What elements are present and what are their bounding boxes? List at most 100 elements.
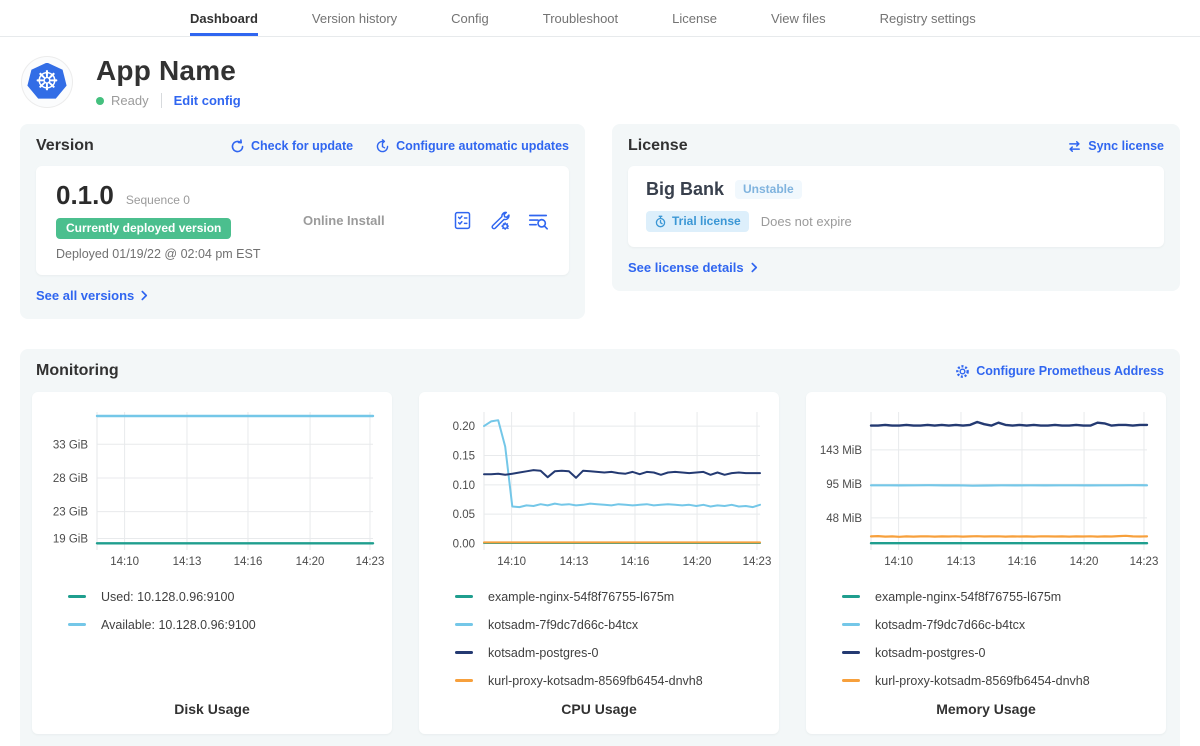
install-type-label: Online Install (303, 213, 452, 228)
legend-item: Available: 10.128.0.96:9100 (68, 615, 392, 634)
svg-text:14:10: 14:10 (884, 556, 913, 568)
svg-text:28 GiB: 28 GiB (53, 473, 88, 485)
legend-label: kotsadm-postgres-0 (875, 646, 985, 660)
monitoring-section: Monitoring Configure Prometheus Address … (20, 349, 1180, 746)
trial-license-label: Trial license (672, 214, 741, 228)
tab-view-files[interactable]: View files (771, 0, 826, 36)
tab-dashboard[interactable]: Dashboard (190, 0, 258, 36)
gear-icon (955, 364, 970, 379)
preflight-checks-button[interactable] (452, 210, 473, 231)
version-number: 0.1.0 (56, 180, 114, 211)
configure-automatic-updates-button[interactable]: Configure automatic updates (375, 139, 569, 154)
tab-registry-settings[interactable]: Registry settings (880, 0, 976, 36)
chevron-right-icon (141, 290, 148, 301)
legend-label: kotsadm-7f9dc7d66c-b4tcx (875, 618, 1025, 632)
checklist-icon (452, 210, 473, 231)
legend-color-dash (455, 679, 473, 682)
tab-version-history[interactable]: Version history (312, 0, 397, 36)
wrench-gear-icon (489, 210, 511, 232)
memory-usage-plot: 14:10 14:13 14:16 14:20 14:23 143 MiB 95 MiB 48… (806, 402, 1166, 575)
disk-usage-chart-card: 14:1014:1314:1614:2014:2333 GiB28 GiB23 … (32, 392, 392, 734)
legend-label: example-nginx-54f8f76755-l675m (488, 590, 674, 604)
clock-refresh-icon (375, 139, 390, 154)
svg-text:14:13: 14:13 (947, 556, 976, 568)
legend-item: kotsadm-postgres-0 (842, 643, 1166, 662)
svg-text:14:16: 14:16 (621, 556, 650, 568)
status-badge: Ready (111, 93, 149, 108)
legend-item: example-nginx-54f8f76755-l675m (842, 587, 1166, 606)
sync-license-label: Sync license (1088, 139, 1164, 153)
legend-item: kotsadm-postgres-0 (455, 643, 779, 662)
trial-license-badge: Trial license (646, 211, 749, 232)
svg-text:0.20: 0.20 (453, 421, 475, 433)
legend-item: example-nginx-54f8f76755-l675m (455, 587, 779, 606)
disk-usage-legend: Used: 10.128.0.96:9100 Available: 10.128.… (68, 587, 392, 634)
see-all-versions-label: See all versions (36, 288, 134, 303)
svg-text:14:23: 14:23 (356, 556, 385, 568)
configure-prometheus-button[interactable]: Configure Prometheus Address (955, 364, 1164, 379)
chevron-right-icon (751, 262, 758, 273)
sequence-label: Sequence 0 (126, 193, 190, 207)
see-all-versions-link[interactable]: See all versions (36, 288, 148, 303)
memory-usage-title: Memory Usage (806, 701, 1166, 717)
version-card: Version Check for update Configure autom… (20, 124, 585, 319)
sync-icon (1067, 139, 1082, 154)
monitoring-title: Monitoring (36, 362, 119, 380)
legend-item: kotsadm-7f9dc7d66c-b4tcx (455, 615, 779, 634)
expiry-label: Does not expire (761, 214, 852, 229)
legend-color-dash (842, 623, 860, 626)
tab-license[interactable]: License (672, 0, 717, 36)
svg-text:0.10: 0.10 (453, 480, 475, 492)
app-logo: ☸ (22, 57, 72, 107)
svg-text:14:20: 14:20 (1070, 556, 1099, 568)
svg-text:143 MiB: 143 MiB (820, 445, 863, 457)
svg-text:0.00: 0.00 (453, 539, 475, 551)
svg-text:14:20: 14:20 (683, 556, 712, 568)
kubernetes-icon: ☸ (27, 63, 67, 101)
legend-label: kotsadm-7f9dc7d66c-b4tcx (488, 618, 638, 632)
legend-label: example-nginx-54f8f76755-l675m (875, 590, 1061, 604)
svg-text:23 GiB: 23 GiB (53, 507, 88, 519)
legend-color-dash (68, 595, 86, 598)
tab-troubleshoot[interactable]: Troubleshoot (543, 0, 618, 36)
top-navigation: Dashboard Version history Config Trouble… (0, 0, 1200, 37)
legend-color-dash (842, 651, 860, 654)
svg-text:14:23: 14:23 (743, 556, 772, 568)
sync-license-button[interactable]: Sync license (1067, 139, 1164, 154)
stopwatch-icon (654, 215, 667, 228)
channel-badge: Unstable (735, 180, 802, 199)
tab-config[interactable]: Config (451, 0, 489, 36)
legend-item: Used: 10.128.0.96:9100 (68, 587, 392, 606)
svg-text:95 MiB: 95 MiB (826, 479, 862, 491)
page-title: App Name (96, 55, 241, 87)
logs-search-icon (527, 210, 549, 232)
check-for-update-button[interactable]: Check for update (230, 139, 353, 154)
svg-text:14:20: 14:20 (296, 556, 325, 568)
svg-text:48 MiB: 48 MiB (826, 513, 862, 525)
svg-text:14:13: 14:13 (560, 556, 589, 568)
legend-color-dash (455, 595, 473, 598)
legend-color-dash (68, 623, 86, 626)
see-license-details-label: See license details (628, 260, 744, 275)
see-license-details-link[interactable]: See license details (628, 260, 758, 275)
legend-color-dash (455, 651, 473, 654)
edit-config-link[interactable]: Edit config (174, 93, 241, 108)
svg-text:14:16: 14:16 (1008, 556, 1037, 568)
version-card-title: Version (36, 137, 94, 155)
deploy-logs-button[interactable] (527, 210, 549, 232)
legend-label: Available: 10.128.0.96:9100 (101, 618, 256, 632)
legend-color-dash (455, 623, 473, 626)
divider (161, 93, 162, 108)
svg-text:14:23: 14:23 (1130, 556, 1159, 568)
app-header: ☸ App Name Ready Edit config (0, 37, 1200, 108)
legend-color-dash (842, 679, 860, 682)
configure-automatic-updates-label: Configure automatic updates (396, 139, 569, 153)
license-card-title: License (628, 137, 688, 155)
cpu-usage-legend: example-nginx-54f8f76755-l675m kotsadm-7f… (455, 587, 779, 690)
view-config-button[interactable] (489, 210, 511, 232)
svg-text:14:13: 14:13 (173, 556, 202, 568)
legend-label: kurl-proxy-kotsadm-8569fb6454-dnvh8 (875, 674, 1090, 688)
cpu-usage-plot: 14:1014:1314:1614:2014:230.200.150.100.0… (419, 402, 779, 575)
license-customer-name: Big Bank (646, 179, 724, 200)
legend-label: kotsadm-postgres-0 (488, 646, 598, 660)
